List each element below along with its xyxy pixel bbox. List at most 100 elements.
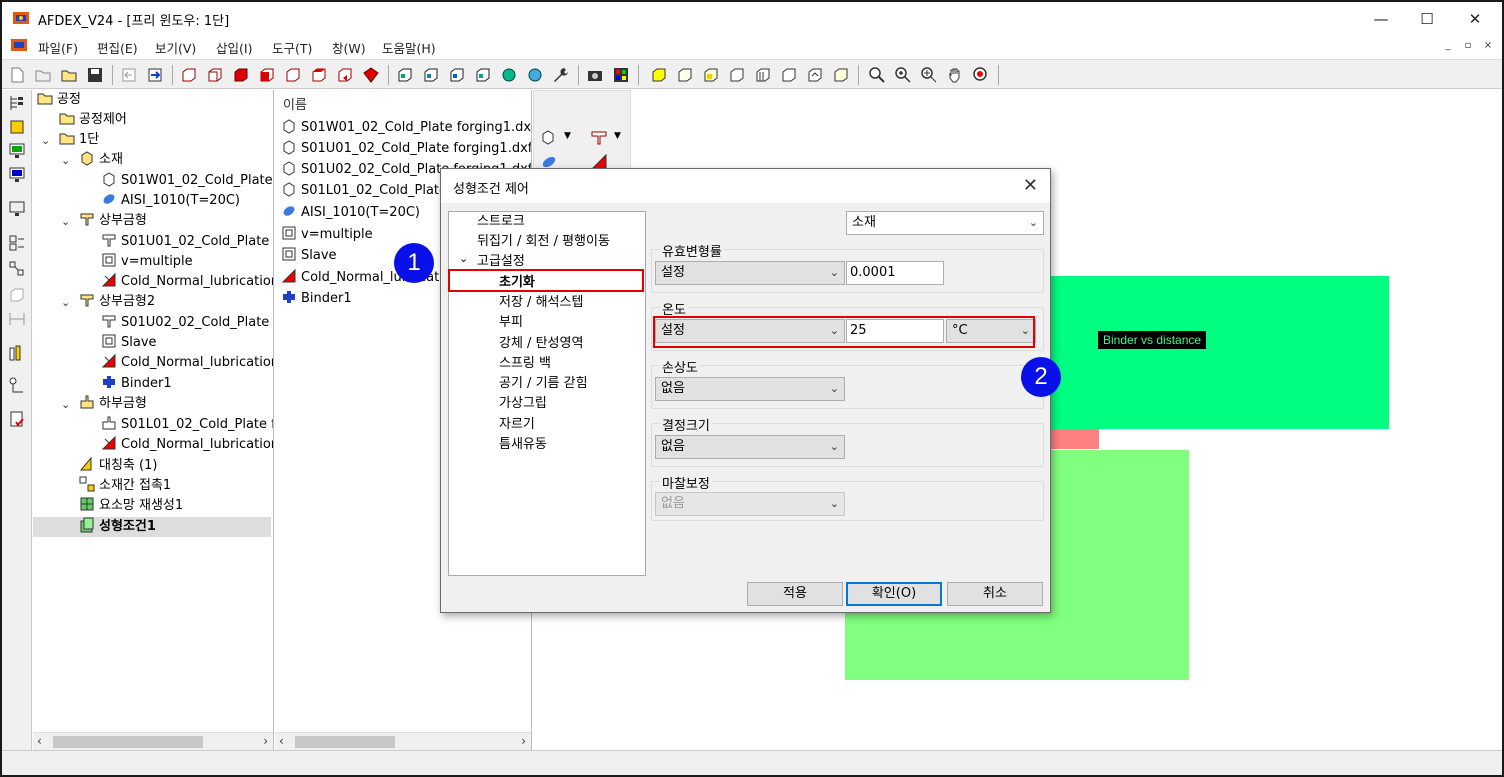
monitor-icon[interactable] (8, 142, 26, 160)
export-icon[interactable] (146, 66, 164, 84)
monitor-2-icon[interactable] (8, 200, 26, 218)
tree-item-upper-die-2[interactable]: 상부금형2 (79, 292, 155, 312)
scroll-right-icon[interactable]: › (263, 734, 268, 748)
category-rigid-elastic[interactable]: 강체 / 탄성영역 (499, 334, 583, 354)
chevron-down-icon[interactable]: ⌄ (61, 398, 70, 411)
chevron-down-icon[interactable]: ⌄ (61, 154, 70, 167)
tree-item-lower-die-part[interactable]: S01L01_02_Cold_Plate f (101, 415, 273, 435)
camera-icon[interactable] (586, 66, 604, 84)
cancel-button[interactable]: 취소 (947, 582, 1043, 606)
wire-box-3-icon[interactable] (780, 66, 798, 84)
yellow-box-3-icon[interactable] (702, 66, 720, 84)
tree-item-lubrication-3[interactable]: Cold_Normal_lubricatior (101, 435, 273, 455)
menu-view[interactable]: 보기(V) (155, 38, 196, 57)
chevron-down-icon[interactable]: ⌄ (61, 296, 70, 309)
chevron-down-icon[interactable]: ▼ (564, 131, 571, 141)
category-air-oil-trap[interactable]: 공기 / 기름 갇힘 (499, 374, 588, 394)
close-button[interactable]: ✕ (1452, 6, 1498, 32)
scroll-thumb[interactable] (295, 736, 395, 748)
list-item[interactable]: S01U01_02_Cold_Plate forging1.dxf (281, 138, 531, 159)
pan-hand-icon[interactable] (946, 66, 964, 84)
tree-item-remesh[interactable]: 요소망 재생성1 (79, 496, 183, 516)
menu-help[interactable]: 도움말(H) (382, 38, 436, 57)
target-zoom-icon[interactable] (972, 66, 990, 84)
zoom-in-icon[interactable] (894, 66, 912, 84)
list-item[interactable]: S01L01_02_Cold_Plate (281, 180, 447, 201)
cube-outline-icon[interactable] (8, 286, 26, 304)
layout-2-icon[interactable] (8, 260, 26, 278)
tree-item-process[interactable]: 공정 (37, 90, 81, 110)
maximize-button[interactable]: ☐ (1404, 6, 1450, 32)
dialog-close-icon[interactable]: ✕ (1023, 175, 1038, 196)
tree-item-material[interactable]: 소재 (79, 150, 123, 170)
box-iso-icon[interactable] (362, 66, 380, 84)
view-cube-4-icon[interactable] (474, 66, 492, 84)
tree-item-material-part[interactable]: S01W01_02_Cold_Plate (101, 171, 273, 191)
box-solid-icon[interactable] (232, 66, 250, 84)
scroll-thumb[interactable] (53, 736, 203, 748)
tree-item-binder[interactable]: Binder1 (101, 374, 172, 394)
tree-item-upper-die-part[interactable]: S01U01_02_Cold_Plate f (101, 232, 273, 252)
scroll-right-icon[interactable]: › (521, 734, 526, 748)
tree-item-press[interactable]: v=multiple (101, 252, 193, 272)
category-virtual-grip[interactable]: 가상그립 (499, 394, 547, 414)
list-item[interactable]: S01W01_02_Cold_Plate forging1.dxf (281, 117, 531, 138)
refresh-box-icon[interactable] (806, 66, 824, 84)
tree-item-symmetry[interactable]: 대칭축 (1) (79, 456, 157, 476)
tree-item-upper-die[interactable]: 상부금형 (79, 211, 147, 231)
category-flip-rotate-translate[interactable]: 뒤집기 / 회전 / 평행이동 (477, 232, 610, 252)
list-item[interactable]: Slave (281, 245, 337, 266)
tree-item-lubrication[interactable]: Cold_Normal_lubricatior (101, 272, 273, 292)
yellow-box-2-icon[interactable] (676, 66, 694, 84)
tree-item-upper-die-2-part[interactable]: S01U02_02_Cold_Plate f (101, 313, 273, 333)
mdi-close-button[interactable]: × (1480, 39, 1496, 53)
tree-item-material-prop[interactable]: AISI_1010(T=20C) (101, 191, 240, 211)
tree-item-lubrication-2[interactable]: Cold_Normal_lubricatior (101, 353, 273, 373)
new-file-icon[interactable] (8, 66, 26, 84)
chevron-down-icon[interactable]: ⌄ (61, 215, 70, 228)
box-left-icon[interactable] (258, 66, 276, 84)
tree-item-contact[interactable]: 소재간 접촉1 (79, 476, 171, 496)
checklist-icon[interactable] (8, 410, 26, 428)
tree-view-icon[interactable] (8, 94, 26, 112)
box-front-icon[interactable] (180, 66, 198, 84)
tree-item-stage1[interactable]: 1단 (59, 130, 99, 150)
menu-edit[interactable]: 편집(E) (97, 38, 138, 57)
import-icon[interactable] (120, 66, 138, 84)
display-icon[interactable] (8, 166, 26, 184)
zoom-window-icon[interactable] (920, 66, 938, 84)
damage-select[interactable]: 없음 ⌄ (655, 377, 845, 401)
workpiece-shape[interactable] (1048, 429, 1099, 449)
node-icon[interactable] (8, 376, 26, 394)
list-horizontal-scrollbar[interactable]: ‹ › (275, 732, 531, 750)
plastic-strain-select[interactable]: 설정 ⌄ (655, 261, 845, 285)
box-right-icon[interactable] (284, 66, 302, 84)
yellow-box-icon[interactable] (650, 66, 668, 84)
list-item[interactable]: AISI_1010(T=20C) (281, 202, 420, 223)
material-tool-icon[interactable] (540, 129, 558, 147)
tree-item-lower-die[interactable]: 하부금형 (79, 394, 147, 414)
measure-icon[interactable] (8, 310, 26, 328)
upper-die-shape[interactable] (1048, 276, 1389, 429)
open-folder-icon[interactable] (60, 66, 78, 84)
open-file-icon[interactable] (34, 66, 52, 84)
tree-item-slave[interactable]: Slave (101, 333, 157, 353)
view-cube-2-icon[interactable] (422, 66, 440, 84)
tree-item-process-control[interactable]: 공정제어 (59, 110, 127, 130)
category-volume[interactable]: 부피 (499, 313, 523, 333)
chevron-down-icon[interactable]: ⌄ (41, 134, 50, 147)
minimize-button[interactable]: — (1358, 6, 1404, 32)
tree-horizontal-scrollbar[interactable]: ‹ › (33, 732, 273, 750)
rotate-view-icon[interactable] (500, 66, 518, 84)
rotate-view-2-icon[interactable] (526, 66, 544, 84)
chevron-down-icon[interactable]: ⌄ (459, 252, 468, 265)
stack-box-icon[interactable] (832, 66, 850, 84)
layout-icon[interactable] (8, 234, 26, 252)
box-bottom-icon[interactable] (336, 66, 354, 84)
die-tool-icon[interactable] (590, 129, 608, 147)
tree-item-forming-condition[interactable]: 성형조건1 (33, 517, 271, 537)
scroll-left-icon[interactable]: ‹ (37, 734, 42, 748)
mdi-minimize-button[interactable]: _ (1440, 39, 1456, 53)
apply-button[interactable]: 적용 (747, 582, 843, 606)
box-top-icon[interactable] (310, 66, 328, 84)
